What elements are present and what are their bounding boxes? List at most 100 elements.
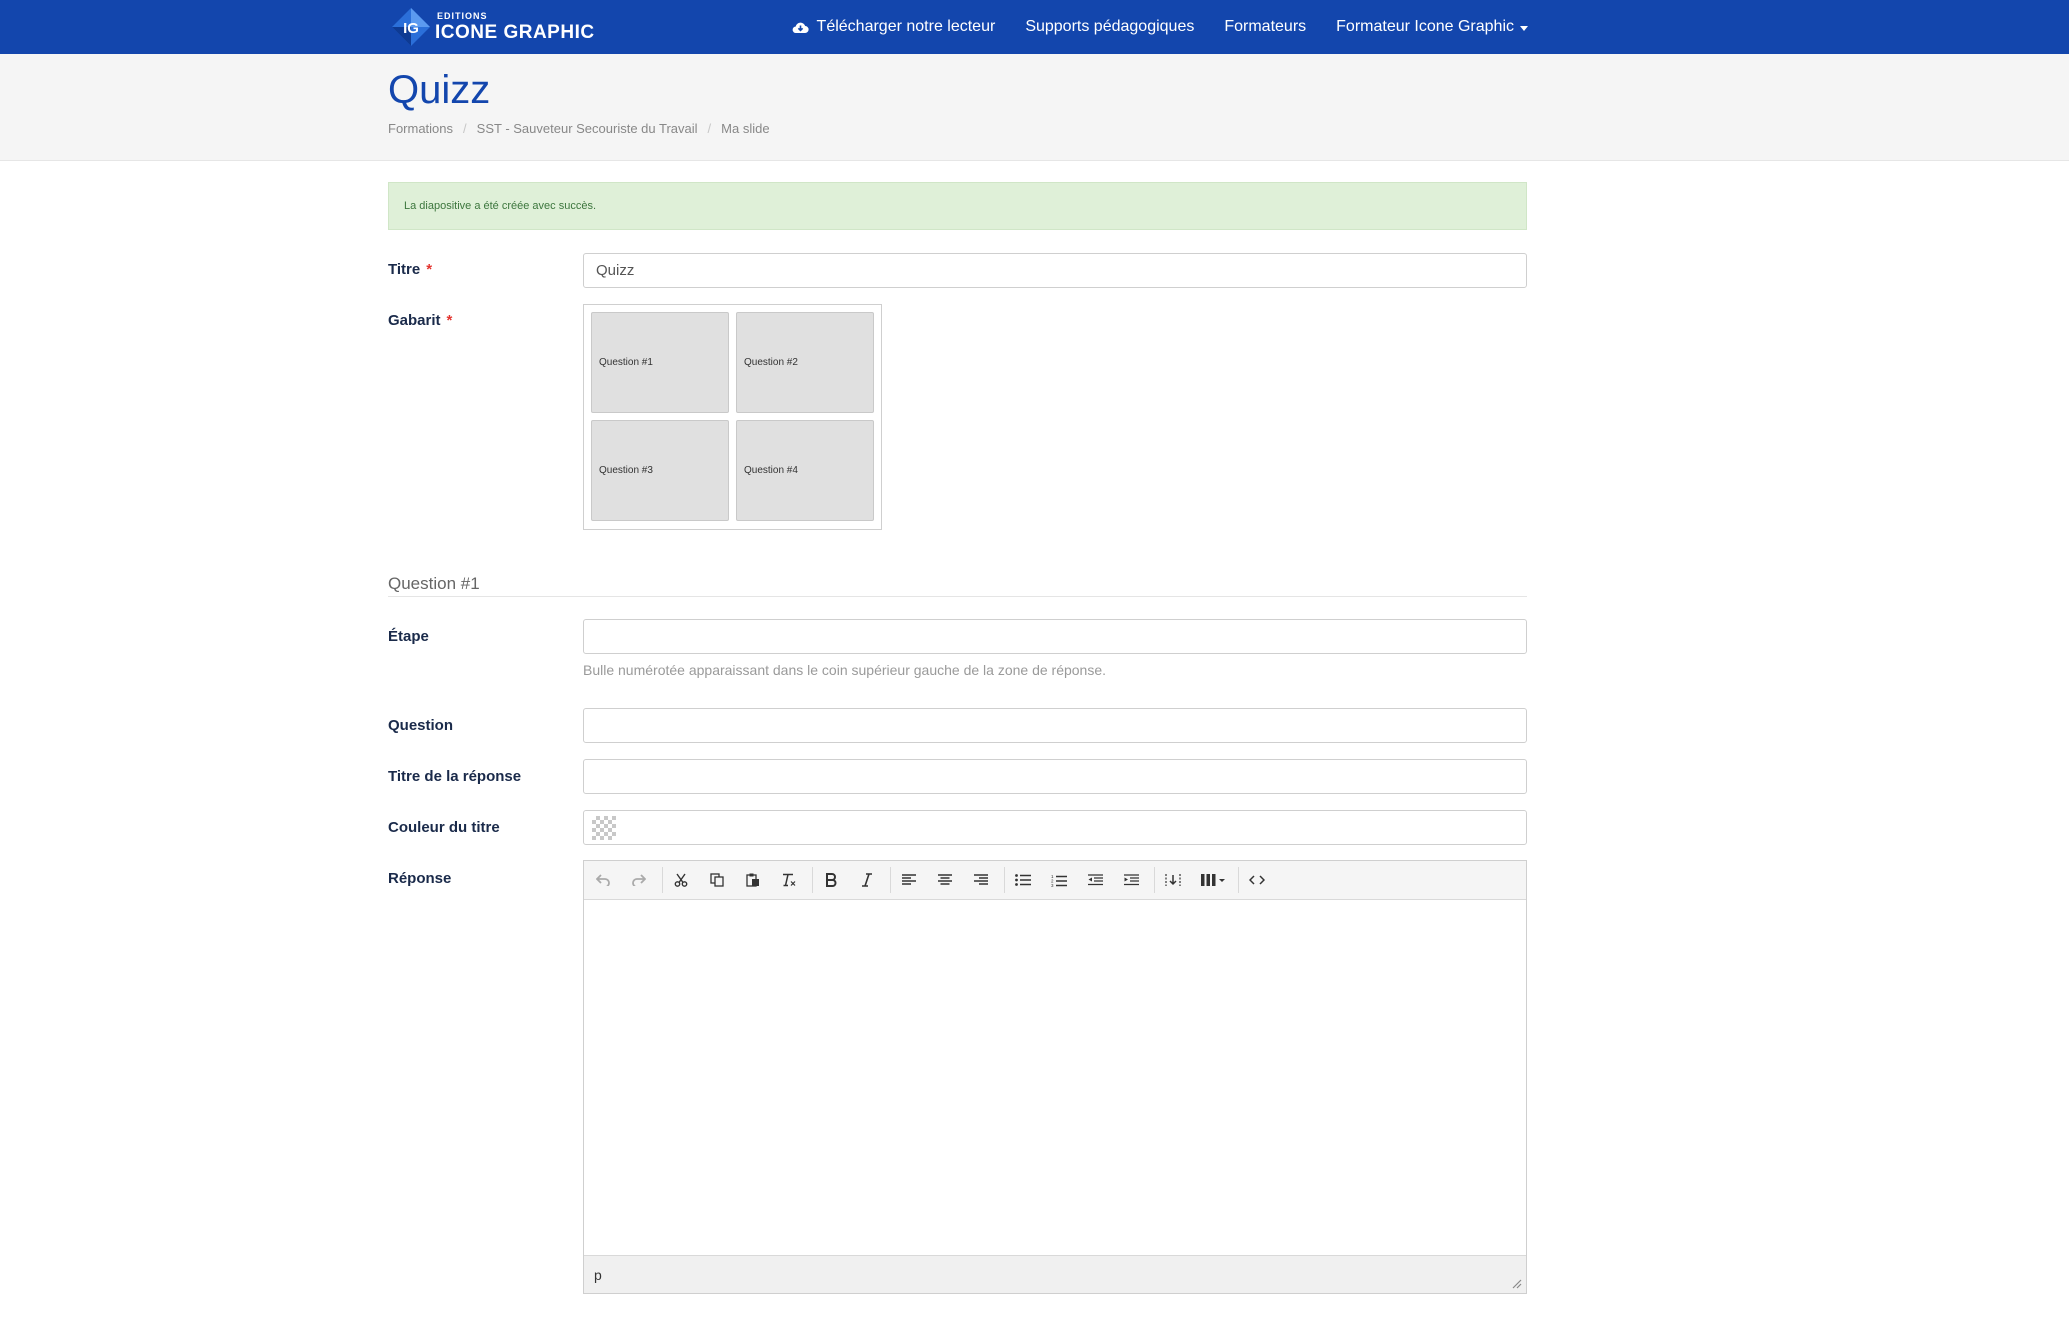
breadcrumb-separator: / xyxy=(707,121,712,136)
copy-button[interactable] xyxy=(706,870,728,890)
breadcrumb-current: Ma slide xyxy=(721,121,770,136)
undo-icon xyxy=(596,874,610,886)
toolbar-separator xyxy=(1154,867,1155,893)
outdent-icon xyxy=(1087,874,1103,886)
brand-name: ICONE GRAPHIC xyxy=(435,22,595,43)
titre-reponse-input[interactable] xyxy=(583,759,1527,794)
align-center-icon xyxy=(938,874,952,885)
align-right-icon xyxy=(974,874,988,885)
editor-content-area[interactable] xyxy=(584,899,1526,1256)
cloud-download-icon xyxy=(792,22,809,33)
etape-input[interactable] xyxy=(583,619,1527,654)
page-break-button[interactable] xyxy=(1162,870,1184,890)
nav-supports-pedagogiques[interactable]: Supports pédagogiques xyxy=(1025,18,1194,36)
numbered-list-button[interactable]: 123 xyxy=(1048,870,1070,890)
gabarit-tile-label: Question #4 xyxy=(744,465,798,476)
toolbar-separator xyxy=(662,867,663,893)
cut-button[interactable] xyxy=(670,870,692,890)
nav-download-reader[interactable]: Télécharger notre lecteur xyxy=(792,18,996,36)
toolbar-separator xyxy=(1238,867,1239,893)
gabarit-tile-question-3[interactable]: Question #3 xyxy=(591,420,729,521)
page-title: Quizz xyxy=(388,68,491,112)
gabarit-tile-label: Question #2 xyxy=(744,357,798,368)
nav-user-dropdown[interactable]: Formateur Icone Graphic xyxy=(1336,18,1528,36)
titre-input[interactable] xyxy=(583,253,1527,288)
question-input[interactable] xyxy=(583,708,1527,743)
align-center-button[interactable] xyxy=(934,870,956,890)
align-right-button[interactable] xyxy=(970,870,992,890)
gabarit-selector[interactable]: Question #1 Question #2 Question #3 Ques… xyxy=(583,304,882,530)
couleur-titre-input[interactable] xyxy=(583,810,1527,845)
indent-button[interactable] xyxy=(1120,870,1142,890)
redo-button[interactable] xyxy=(628,870,650,890)
page-header: Quizz Formations / SST - Sauveteur Secou… xyxy=(0,54,2069,161)
nav-download-reader-label: Télécharger notre lecteur xyxy=(816,18,996,35)
breadcrumb: Formations / SST - Sauveteur Secouriste … xyxy=(388,121,770,136)
gabarit-tile-label: Question #1 xyxy=(599,357,653,368)
toolbar-separator xyxy=(1004,867,1005,893)
bullet-list-icon xyxy=(1015,874,1031,886)
section-divider xyxy=(388,596,1527,597)
etape-label: Étape xyxy=(388,628,429,645)
required-mark: * xyxy=(426,261,433,278)
breadcrumb-separator: / xyxy=(463,121,467,136)
columns-icon xyxy=(1201,874,1225,886)
svg-text:IG: IG xyxy=(403,20,419,37)
reponse-label: Réponse xyxy=(388,870,452,887)
titre-label-text: Titre xyxy=(388,261,421,278)
breadcrumb-sst[interactable]: SST - Sauveteur Secouriste du Travail xyxy=(477,121,698,136)
undo-button[interactable] xyxy=(592,870,614,890)
reponse-rich-text-editor: 123 p xyxy=(583,860,1527,1294)
numbered-list-icon: 123 xyxy=(1051,874,1067,887)
italic-button[interactable] xyxy=(856,870,878,890)
brand-logo-link[interactable]: IG EDITIONS ICONE GRAPHIC xyxy=(391,7,595,47)
bullet-list-button[interactable] xyxy=(1012,870,1034,890)
editor-statusbar: p xyxy=(584,1255,1526,1293)
bold-button[interactable] xyxy=(820,870,842,890)
columns-dropdown-button[interactable] xyxy=(1198,870,1230,890)
main-nav: Télécharger notre lecteur Supports pédag… xyxy=(792,0,1528,54)
align-left-button[interactable] xyxy=(898,870,920,890)
titre-label: Titre * xyxy=(388,261,432,278)
resize-handle-icon[interactable] xyxy=(1512,1279,1522,1289)
cut-icon xyxy=(674,873,688,887)
etape-help-text: Bulle numérotée apparaissant dans le coi… xyxy=(583,662,1107,678)
couleur-titre-label: Couleur du titre xyxy=(388,819,500,836)
editor-element-path[interactable]: p xyxy=(594,1267,602,1283)
toolbar-separator xyxy=(890,867,891,893)
redo-icon xyxy=(632,874,646,886)
paste-icon xyxy=(746,873,759,887)
toolbar-separator xyxy=(812,867,813,893)
paste-button[interactable] xyxy=(742,870,764,890)
breadcrumb-formations[interactable]: Formations xyxy=(388,121,453,136)
gabarit-tile-question-2[interactable]: Question #2 xyxy=(736,312,874,413)
editor-toolbar: 123 xyxy=(584,861,1526,900)
brand-small-text: EDITIONS xyxy=(437,11,488,21)
required-mark: * xyxy=(446,312,453,329)
clear-formatting-icon xyxy=(783,873,796,887)
indent-icon xyxy=(1123,874,1139,886)
bold-icon xyxy=(826,873,837,887)
success-alert-message: La diapositive a été créée avec succès. xyxy=(404,200,597,212)
nav-formateurs-label: Formateurs xyxy=(1224,18,1307,35)
color-swatch[interactable] xyxy=(592,816,616,840)
gabarit-label: Gabarit * xyxy=(388,312,452,329)
copy-icon xyxy=(710,873,724,887)
nav-user-label: Formateur Icone Graphic xyxy=(1336,18,1514,35)
success-alert: La diapositive a été créée avec succès. xyxy=(388,182,1527,230)
gabarit-tile-label: Question #3 xyxy=(599,465,653,476)
nav-formateurs[interactable]: Formateurs xyxy=(1224,18,1306,36)
outdent-button[interactable] xyxy=(1084,870,1106,890)
navbar: IG EDITIONS ICONE GRAPHIC Télécharger no… xyxy=(0,0,2069,54)
source-code-button[interactable] xyxy=(1246,870,1268,890)
gabarit-label-text: Gabarit xyxy=(388,312,441,329)
section-title-question-1: Question #1 xyxy=(388,574,480,593)
italic-icon xyxy=(862,873,872,887)
caret-down-icon xyxy=(1520,25,1528,31)
align-left-icon xyxy=(902,874,916,885)
titre-reponse-label: Titre de la réponse xyxy=(388,768,522,785)
clear-formatting-button[interactable] xyxy=(778,870,800,890)
gabarit-tile-question-1[interactable]: Question #1 xyxy=(591,312,729,413)
svg-text:3: 3 xyxy=(1051,883,1054,887)
gabarit-tile-question-4[interactable]: Question #4 xyxy=(736,420,874,521)
